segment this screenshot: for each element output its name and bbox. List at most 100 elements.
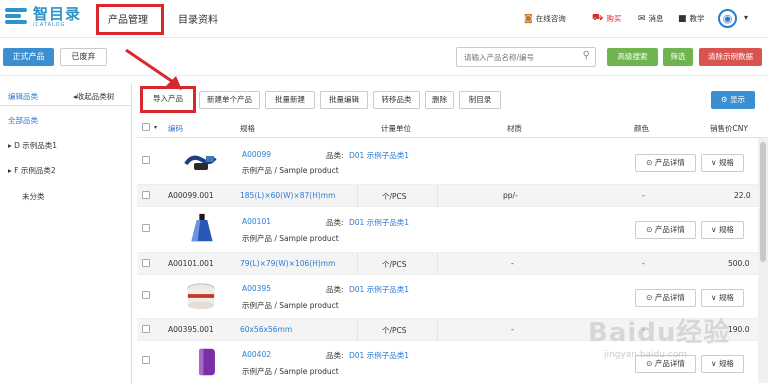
user-avatar[interactable]: ◉ <box>718 9 737 28</box>
spec-code: A00099.001 <box>168 191 214 200</box>
row-checkbox[interactable] <box>142 356 150 364</box>
category-sidebar: 编辑品类 ◂收起品类树 全部品类 ▸ D 示例品类1 ▸ F 示例品类2 未分类 <box>0 84 132 384</box>
make-catalog-button[interactable]: 制目录 <box>459 91 501 109</box>
category-link[interactable]: D01 示例子品类1 <box>349 150 409 161</box>
column-divider <box>357 185 358 207</box>
product-thumbnail[interactable] <box>182 146 218 176</box>
row-checkbox[interactable] <box>142 259 150 267</box>
row-checkbox[interactable] <box>142 325 150 333</box>
row-checkbox[interactable] <box>142 156 150 164</box>
product-detail-button[interactable]: ⊙ 产品详情 <box>635 154 696 172</box>
filter-button[interactable]: 筛选 <box>663 48 693 66</box>
product-detail-button[interactable]: ⊙ 产品详情 <box>635 221 696 239</box>
spec-color: - <box>642 259 645 268</box>
delete-button[interactable]: 删除 <box>425 91 454 109</box>
spec-size[interactable]: 185(L)×60(W)×87(H)mm <box>240 191 335 200</box>
search-box: ⚲ <box>456 47 596 67</box>
product-thumbnail[interactable] <box>189 347 225 377</box>
tab-catalog-materials[interactable]: 目录资料 <box>178 11 218 26</box>
product-code-link[interactable]: A00395 <box>242 284 271 293</box>
spec-size[interactable]: 60x56x56mm <box>240 325 292 334</box>
product-name: 示例产品 / Sample product <box>242 234 339 243</box>
column-unit: 计量单位 <box>381 124 411 133</box>
spec-color: - <box>642 191 645 200</box>
buy-link[interactable]: ⛟ 购买 <box>592 13 621 24</box>
column-material: 材质 <box>507 124 522 133</box>
sidebar-item-all[interactable]: 全部品类 <box>8 115 38 126</box>
collapse-tree-link[interactable]: ◂收起品类树 <box>73 91 114 102</box>
spec-price: 190.0 <box>728 325 750 334</box>
category-label: 品类: <box>326 218 344 227</box>
product-thumbnail[interactable] <box>183 281 219 311</box>
product-code-link[interactable]: A00402 <box>242 350 271 359</box>
logo-subtitle: iCATALOG <box>33 22 66 28</box>
watermark-text: Baidu经验 <box>588 318 731 348</box>
clear-sample-data-button[interactable]: 清除示例数据 <box>699 48 762 66</box>
spec-price: 500.0 <box>728 259 750 268</box>
spec-dropdown-button[interactable]: ∨ 规格 <box>701 221 744 239</box>
product-detail-button[interactable]: ⊙ 产品详情 <box>635 289 696 307</box>
new-product-button[interactable]: 新建单个产品 <box>199 91 260 109</box>
row-checkbox[interactable] <box>142 224 150 232</box>
sidebar-item-category-d[interactable]: ▸ D 示例品类1 <box>8 140 57 151</box>
table-row[interactable]: A00101 品类: D01 示例子品类1 示例产品 / Sample prod… <box>137 207 768 253</box>
product-thumbnail[interactable] <box>184 213 220 243</box>
category-label: 品类: <box>326 351 344 360</box>
column-divider <box>437 253 438 275</box>
product-code-link[interactable]: A00101 <box>242 217 271 226</box>
search-icon[interactable]: ⚲ <box>583 50 590 61</box>
video-icon: ■ <box>678 13 687 24</box>
chevron-down-icon: ∨ <box>711 359 717 368</box>
column-divider <box>437 185 438 207</box>
formal-products-button[interactable]: 正式产品 <box>3 48 54 66</box>
annotation-arrow <box>125 48 182 90</box>
batch-new-button[interactable]: 批量新建 <box>265 91 315 109</box>
spec-unit: 个/PCS <box>382 326 407 335</box>
action-bar: 正式产品 已废弃 ⚲ 高级搜索 筛选 清除示例数据 <box>0 38 768 76</box>
edit-category-link[interactable]: 编辑品类 <box>8 91 38 102</box>
product-name: 示例产品 / Sample product <box>242 301 339 310</box>
cart-icon: ⛟ <box>592 13 604 23</box>
category-label: 品类: <box>326 151 344 160</box>
batch-edit-button[interactable]: 批量编辑 <box>320 91 368 109</box>
table-row[interactable]: A00099.001 185(L)×60(W)×87(H)mm 个/PCS pp… <box>137 185 768 207</box>
tutorial-link[interactable]: ■ 教学 <box>678 13 705 24</box>
category-link[interactable]: D01 示例子品类1 <box>349 284 409 295</box>
spec-size[interactable]: 79(L)×79(W)×106(H)mm <box>240 259 335 268</box>
watermark-url: jingyan.baidu.com <box>604 350 688 360</box>
column-divider <box>437 319 438 341</box>
vertical-scrollbar[interactable] <box>758 138 768 383</box>
sidebar-item-uncategorized[interactable]: 未分类 <box>22 191 45 202</box>
spec-code: A00101.001 <box>168 259 214 268</box>
caret-down-icon[interactable]: ▾ <box>154 124 157 131</box>
column-color: 颜色 <box>634 124 649 133</box>
messages-link[interactable]: ✉ 消息 <box>638 13 664 24</box>
table-row[interactable]: A00099 品类: D01 示例子品类1 示例产品 / Sample prod… <box>137 138 768 185</box>
search-input[interactable] <box>457 48 572 66</box>
spec-unit: 个/PCS <box>382 192 407 201</box>
spec-dropdown-button[interactable]: ∨ 规格 <box>701 355 744 373</box>
row-checkbox[interactable] <box>142 191 150 199</box>
spec-dropdown-button[interactable]: ∨ 规格 <box>701 289 744 307</box>
move-category-button[interactable]: 转移品类 <box>373 91 420 109</box>
category-link[interactable]: D01 示例子品类1 <box>349 217 409 228</box>
online-consult-link[interactable]: ◙ 在线咨询 <box>524 13 566 24</box>
logo[interactable]: 智目录 iCATALOG <box>5 7 81 28</box>
advanced-search-button[interactable]: 高级搜索 <box>607 48 658 66</box>
discarded-button[interactable]: 已废弃 <box>60 48 107 66</box>
product-code-link[interactable]: A00099 <box>242 150 271 159</box>
spec-dropdown-button[interactable]: ∨ 规格 <box>701 154 744 172</box>
category-link[interactable]: D01 示例子品类1 <box>349 350 409 361</box>
scrollbar-thumb[interactable] <box>760 142 766 262</box>
spec-code: A00395.001 <box>168 325 214 334</box>
sidebar-item-category-f[interactable]: ▸ F 示例品类2 <box>8 165 56 176</box>
select-all-checkbox[interactable] <box>142 123 150 131</box>
column-code[interactable]: 编码 <box>168 123 183 134</box>
more-icon: ⊙ <box>646 293 653 302</box>
chevron-down-icon[interactable]: ▾ <box>744 13 748 22</box>
row-checkbox[interactable] <box>142 291 150 299</box>
consult-icon: ◙ <box>524 13 533 24</box>
display-button[interactable]: ⚙ 显示 <box>711 91 755 109</box>
table-row[interactable]: A00101.001 79(L)×79(W)×106(H)mm 个/PCS - … <box>137 253 768 275</box>
message-icon: ✉ <box>638 13 646 24</box>
